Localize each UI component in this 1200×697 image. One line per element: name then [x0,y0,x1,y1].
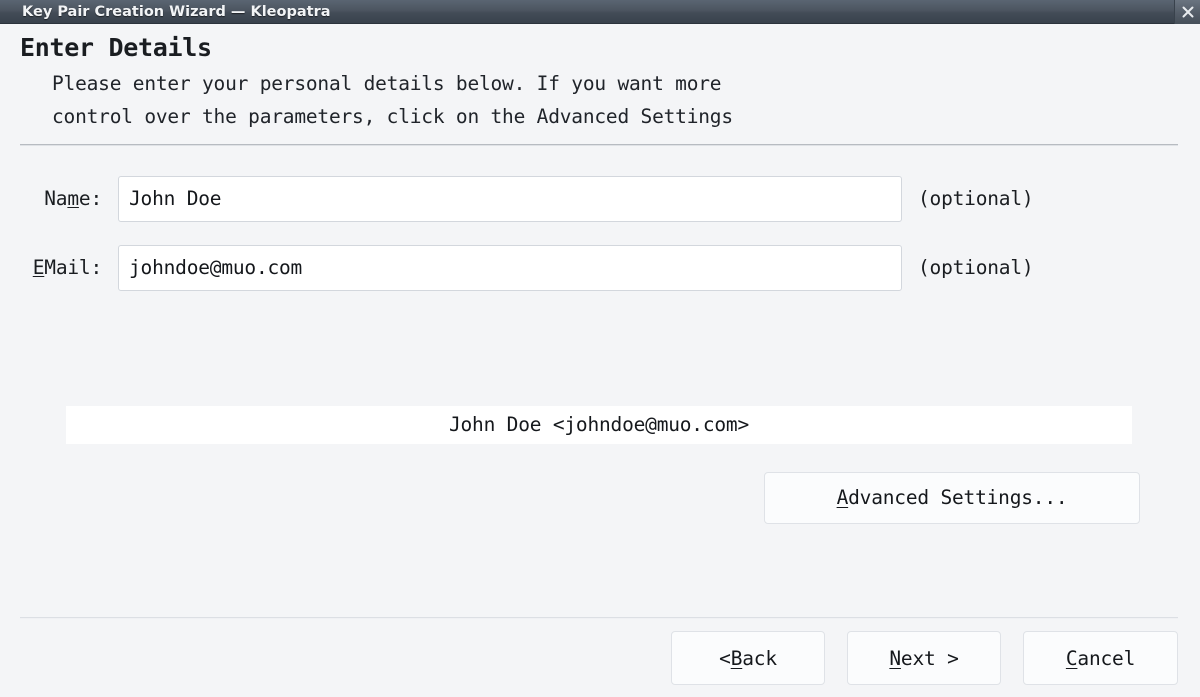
close-button[interactable] [1174,0,1200,24]
name-field-row: Name: (optional) [0,175,1200,222]
name-input[interactable] [118,175,902,222]
page-description: Please enter your personal details below… [52,71,733,129]
email-field-row: EMail: (optional) [0,244,1200,291]
cancel-button-mnemonic: C [1065,646,1078,670]
cancel-button-suffix: ancel [1077,646,1136,670]
window-title: Key Pair Creation Wizard — Kleopatra [22,3,331,20]
back-button-suffix: ack [742,646,777,670]
titlebar-buttons [1174,0,1200,24]
footer-spacer [0,524,1200,617]
footer-bar: < Back Next > Cancel [0,619,1200,697]
name-label-suffix: e: [78,187,102,211]
next-button[interactable]: Next > [847,631,1001,685]
email-input[interactable] [118,244,902,291]
email-label-suffix: Mail: [44,256,102,280]
cancel-button[interactable]: Cancel [1023,631,1178,685]
advanced-settings-mnemonic: A [836,486,849,510]
email-optional-note: (optional) [918,256,1034,280]
name-optional-note: (optional) [918,187,1034,211]
next-button-suffix: ext > [900,646,959,670]
wizard-window: Key Pair Creation Wizard — Kleopatra Ent… [0,0,1200,697]
identity-preview: John Doe <johndoe@muo.com> [66,405,1132,444]
back-button-prefix: < [719,646,731,670]
identity-preview-wrap: John Doe <johndoe@muo.com> [0,405,1200,444]
page-header: Enter Details Please enter your personal… [0,24,1200,134]
back-button-mnemonic: B [730,646,743,670]
titlebar: Key Pair Creation Wizard — Kleopatra [0,0,1200,24]
email-label-mnemonic: E [32,256,45,280]
name-label: Name: [0,187,118,210]
name-label-mnemonic: m [67,187,79,211]
back-button[interactable]: < Back [671,631,825,685]
close-x-icon [1181,5,1195,19]
advanced-settings-row: Advanced Settings... [0,471,1200,524]
next-button-mnemonic: N [889,646,901,670]
email-label: EMail: [0,256,118,279]
advanced-settings-button[interactable]: Advanced Settings... [764,471,1140,524]
name-label-prefix: Na [44,187,68,211]
page-title: Enter Details [20,33,212,62]
advanced-settings-suffix: dvanced Settings... [848,486,1068,510]
details-form: Name: (optional) EMail: (optional) [0,146,1200,314]
